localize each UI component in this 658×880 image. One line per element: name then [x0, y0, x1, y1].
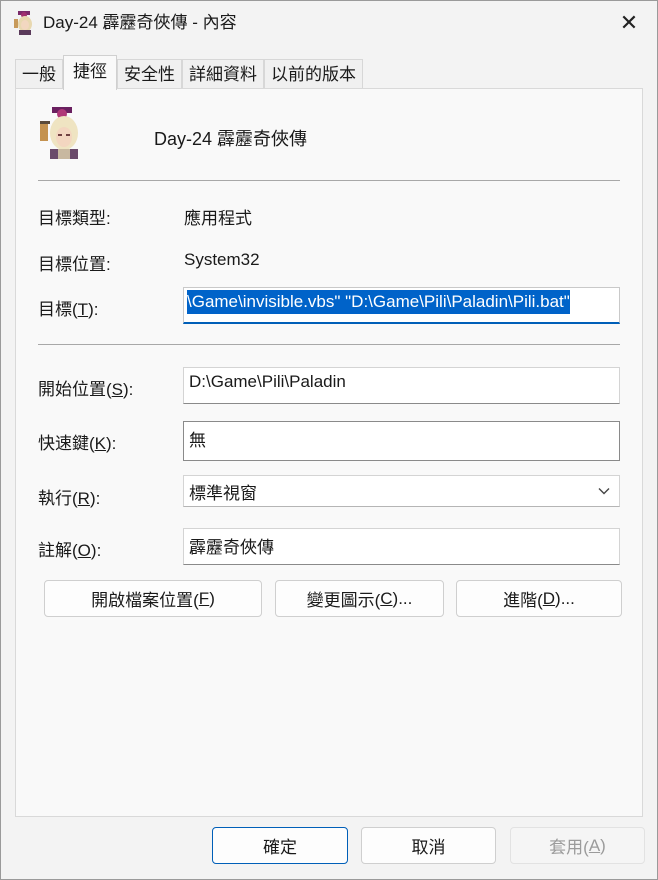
properties-dialog: Day-24 霹靂奇俠傳 - 內容 ✕ 一般 捷徑 安全性 詳細資料 以前的版本…: [0, 0, 658, 880]
ok-button[interactable]: 確定: [212, 827, 348, 864]
tab-shortcut[interactable]: 捷徑: [63, 55, 117, 90]
tab-strip: 一般 捷徑 安全性 詳細資料 以前的版本: [15, 55, 363, 90]
target-label: 目標(T):: [38, 300, 99, 319]
advanced-button[interactable]: 進階(D)...: [456, 580, 622, 617]
target-location-value: System32: [184, 250, 260, 269]
comment-value: 霹靂奇俠傳: [189, 538, 274, 557]
divider: [38, 180, 620, 181]
target-input-value: \Game\invisible.vbs" "D:\Game\Pili\Palad…: [187, 290, 570, 314]
start-in-label: 開始位置(S):: [38, 380, 134, 399]
target-location-label: 目標位置:: [38, 255, 111, 274]
apply-button[interactable]: 套用(A): [510, 827, 645, 864]
shortcut-key-label: 快速鍵(K):: [38, 434, 117, 453]
title-bar: Day-24 霹靂奇俠傳 - 內容 ✕: [1, 1, 657, 45]
target-type-value: 應用程式: [184, 209, 252, 228]
change-icon-button[interactable]: 變更圖示(C)...: [275, 580, 444, 617]
target-input[interactable]: \Game\invisible.vbs" "D:\Game\Pili\Palad…: [183, 287, 620, 324]
tab-general[interactable]: 一般: [15, 59, 63, 89]
start-in-value: D:\Game\Pili\Paladin: [189, 372, 346, 391]
close-icon: ✕: [619, 10, 639, 35]
run-label: 執行(R):: [38, 489, 101, 508]
open-file-location-button[interactable]: 開啟檔案位置(F): [44, 580, 262, 617]
window-title: Day-24 霹靂奇俠傳 - 內容: [43, 13, 237, 32]
divider: [38, 344, 620, 345]
cancel-button[interactable]: 取消: [361, 827, 496, 864]
shortcut-key-value: 無: [189, 431, 206, 450]
shortcut-key-input[interactable]: 無: [183, 421, 620, 461]
run-value: 標準視窗: [189, 484, 257, 503]
tab-previous-versions[interactable]: 以前的版本: [264, 59, 363, 89]
shortcut-panel: Day-24 霹靂奇俠傳 目標類型: 應用程式 目標位置: System32 目…: [15, 88, 643, 817]
comment-label: 註解(O):: [38, 541, 102, 560]
character-portrait-icon: [14, 11, 32, 35]
tab-details[interactable]: 詳細資料: [182, 59, 264, 89]
comment-input[interactable]: 霹靂奇俠傳: [183, 528, 620, 565]
shortcut-name: Day-24 霹靂奇俠傳: [154, 129, 308, 149]
start-in-input[interactable]: D:\Game\Pili\Paladin: [183, 367, 620, 404]
tab-security[interactable]: 安全性: [117, 59, 182, 89]
target-type-label: 目標類型:: [38, 209, 111, 228]
run-dropdown[interactable]: 標準視窗: [183, 475, 620, 507]
chevron-down-icon: [598, 488, 610, 495]
character-portrait-icon: [40, 107, 78, 159]
close-button[interactable]: ✕: [601, 1, 657, 45]
